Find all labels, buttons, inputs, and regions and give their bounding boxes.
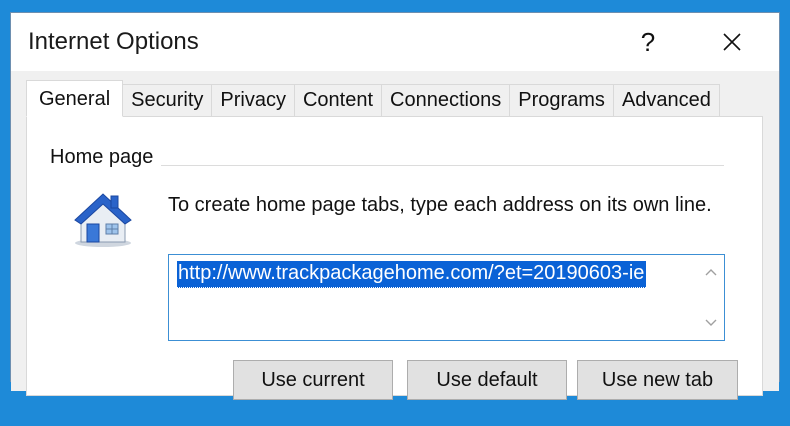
tab-general[interactable]: General <box>26 80 124 117</box>
vertical-scrollbar[interactable] <box>698 255 724 340</box>
help-icon[interactable]: ? <box>625 19 671 65</box>
tab-privacy[interactable]: Privacy <box>212 84 295 117</box>
close-icon[interactable] <box>709 19 755 65</box>
chevron-up-icon[interactable] <box>698 259 724 285</box>
home-page-label: Home page <box>44 146 162 169</box>
home-page-instruction: To create home page tabs, type each addr… <box>168 194 712 216</box>
internet-options-dialog: Internet Options ? General Security Priv… <box>10 12 780 400</box>
tab-programs[interactable]: Programs <box>510 84 614 117</box>
window-title: Internet Options <box>28 28 199 55</box>
use-current-button[interactable]: Use current <box>233 360 393 400</box>
chevron-down-icon[interactable] <box>698 310 724 336</box>
general-tab-panel: Home page To create home page tabs, type… <box>26 116 763 400</box>
title-bar[interactable]: Internet Options ? <box>11 13 779 71</box>
home-page-url-textarea[interactable]: http://www.trackpackagehome.com/?et=2019… <box>168 254 725 341</box>
tab-advanced[interactable]: Advanced <box>613 84 720 117</box>
tab-security[interactable]: Security <box>123 84 213 117</box>
dialog-body: General Security Privacy Content Connect… <box>11 71 779 400</box>
home-page-url[interactable]: http://www.trackpackagehome.com/?et=2019… <box>177 261 647 288</box>
tab-connections[interactable]: Connections <box>382 84 511 117</box>
tab-strip: General Security Privacy Content Connect… <box>26 80 720 117</box>
use-default-button[interactable]: Use default <box>407 360 567 400</box>
tab-content[interactable]: Content <box>294 84 383 117</box>
use-new-tab-button[interactable]: Use new tab <box>577 360 738 400</box>
house-icon <box>71 188 135 248</box>
